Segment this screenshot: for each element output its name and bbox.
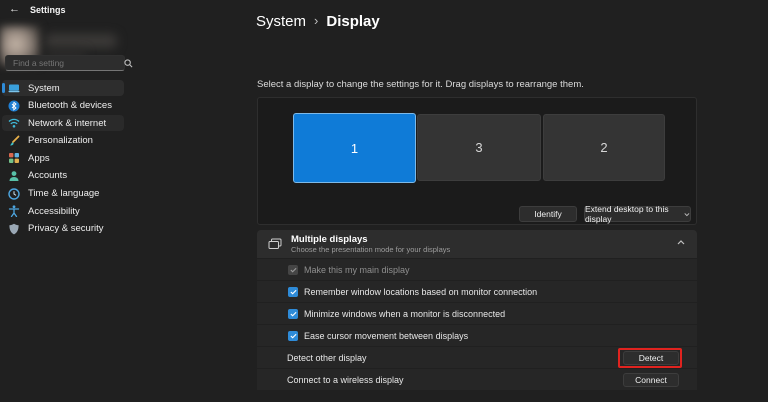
checkbox-remember-window-locations[interactable] [288, 286, 298, 297]
sidebar-item-network-internet[interactable]: Network & internet [2, 115, 124, 132]
connect-button[interactable]: Connect [623, 372, 679, 387]
sidebar-item-time-language[interactable]: Time & language [2, 186, 124, 202]
user-name-redacted [45, 34, 117, 48]
row-label: Connect to a wireless display [287, 374, 404, 385]
checkbox-label: Remember window locations based on monit… [304, 286, 538, 297]
system-icon [8, 82, 20, 94]
selected-accent-bar [2, 83, 5, 93]
display-arrangement-canvas: 1 3 2 Identify Extend desktop to this di… [257, 97, 697, 225]
monitor-3[interactable]: 3 [417, 114, 541, 181]
sidebar-item-system[interactable]: System [2, 80, 124, 96]
row-connect-wireless-display: Connect to a wireless display Connect [257, 369, 697, 390]
multiple-displays-card: Multiple displays Choose the presentatio… [257, 230, 697, 390]
sidebar-item-label: Personalization [28, 135, 93, 147]
breadcrumb-separator-icon: › [314, 13, 319, 28]
search-box[interactable] [5, 55, 133, 71]
shield-icon [8, 223, 20, 235]
sidebar: System Bluetooth & devices Network & int… [0, 20, 133, 402]
sidebar-item-bluetooth-devices[interactable]: Bluetooth & devices [2, 98, 124, 114]
sidebar-item-label: System [28, 82, 60, 94]
search-input[interactable] [6, 58, 124, 68]
back-button[interactable]: ← [9, 3, 20, 15]
row-make-main-display: Make this my main display [257, 259, 697, 280]
display-instruction-text: Select a display to change the settings … [257, 79, 584, 90]
monitor-1[interactable]: 1 [293, 113, 416, 183]
monitor-2[interactable]: 2 [543, 114, 665, 181]
title-bar: ← Settings [0, 0, 768, 20]
checkbox-ease-cursor-movement[interactable] [288, 330, 298, 341]
sidebar-item-apps[interactable]: Apps [2, 150, 124, 166]
sidebar-item-label: Time & language [28, 188, 100, 200]
dropdown-value: Extend desktop to this display [585, 204, 669, 224]
sidebar-item-label: Apps [28, 152, 50, 164]
checkbox-label: Make this my main display [304, 264, 410, 275]
card-header-text: Multiple displays Choose the presentatio… [291, 234, 450, 254]
page-title: Display [326, 13, 380, 30]
sidebar-item-label: Accounts [28, 170, 68, 182]
sidebar-item-accessibility[interactable]: Accessibility [2, 203, 124, 219]
sidebar-item-label: Privacy & security [28, 223, 104, 235]
brush-icon [8, 135, 20, 147]
sidebar-item-personalization[interactable]: Personalization [2, 133, 124, 149]
clock-icon [8, 187, 20, 200]
detect-button[interactable]: Detect [623, 350, 679, 365]
accessibility-person-icon [8, 205, 20, 218]
sidebar-item-label: Accessibility [28, 205, 80, 217]
search-icon [124, 58, 133, 68]
identify-button[interactable]: Identify [519, 206, 577, 222]
checkbox-make-main-display [288, 264, 298, 275]
row-label: Detect other display [287, 352, 367, 363]
breadcrumb-system[interactable]: System [256, 13, 306, 30]
sidebar-item-label: Network & internet [28, 117, 107, 129]
checkbox-label: Minimize windows when a monitor is disco… [304, 308, 506, 319]
chevron-up-icon[interactable] [677, 240, 685, 245]
chevron-down-icon [684, 212, 690, 216]
card-subtitle: Choose the presentation mode for your di… [291, 245, 451, 254]
multiple-displays-icon [268, 238, 282, 251]
display-mode-dropdown[interactable]: Extend desktop to this display [584, 204, 691, 224]
breadcrumb: System › Display [256, 13, 380, 30]
apps-grid-icon [8, 152, 20, 164]
multiple-displays-header[interactable]: Multiple displays Choose the presentatio… [257, 230, 697, 258]
row-ease-cursor-movement: Ease cursor movement between displays [257, 325, 697, 346]
person-icon [8, 170, 20, 182]
card-title: Multiple displays [291, 234, 368, 245]
checkbox-label: Ease cursor movement between displays [304, 330, 469, 341]
row-minimize-windows: Minimize windows when a monitor is disco… [257, 303, 697, 324]
sidebar-item-accounts[interactable]: Accounts [2, 168, 124, 184]
window-title: Settings [30, 5, 66, 15]
sidebar-item-label: Bluetooth & devices [28, 100, 112, 112]
row-detect-other-display: Detect other display Detect [257, 347, 697, 368]
checkbox-minimize-windows[interactable] [288, 308, 298, 319]
row-remember-window-locations: Remember window locations based on monit… [257, 281, 697, 302]
bluetooth-icon [8, 100, 20, 112]
sidebar-item-privacy-security[interactable]: Privacy & security [2, 221, 124, 237]
wifi-icon [8, 117, 20, 129]
sidebar-nav: System Bluetooth & devices Network & int… [0, 80, 130, 238]
